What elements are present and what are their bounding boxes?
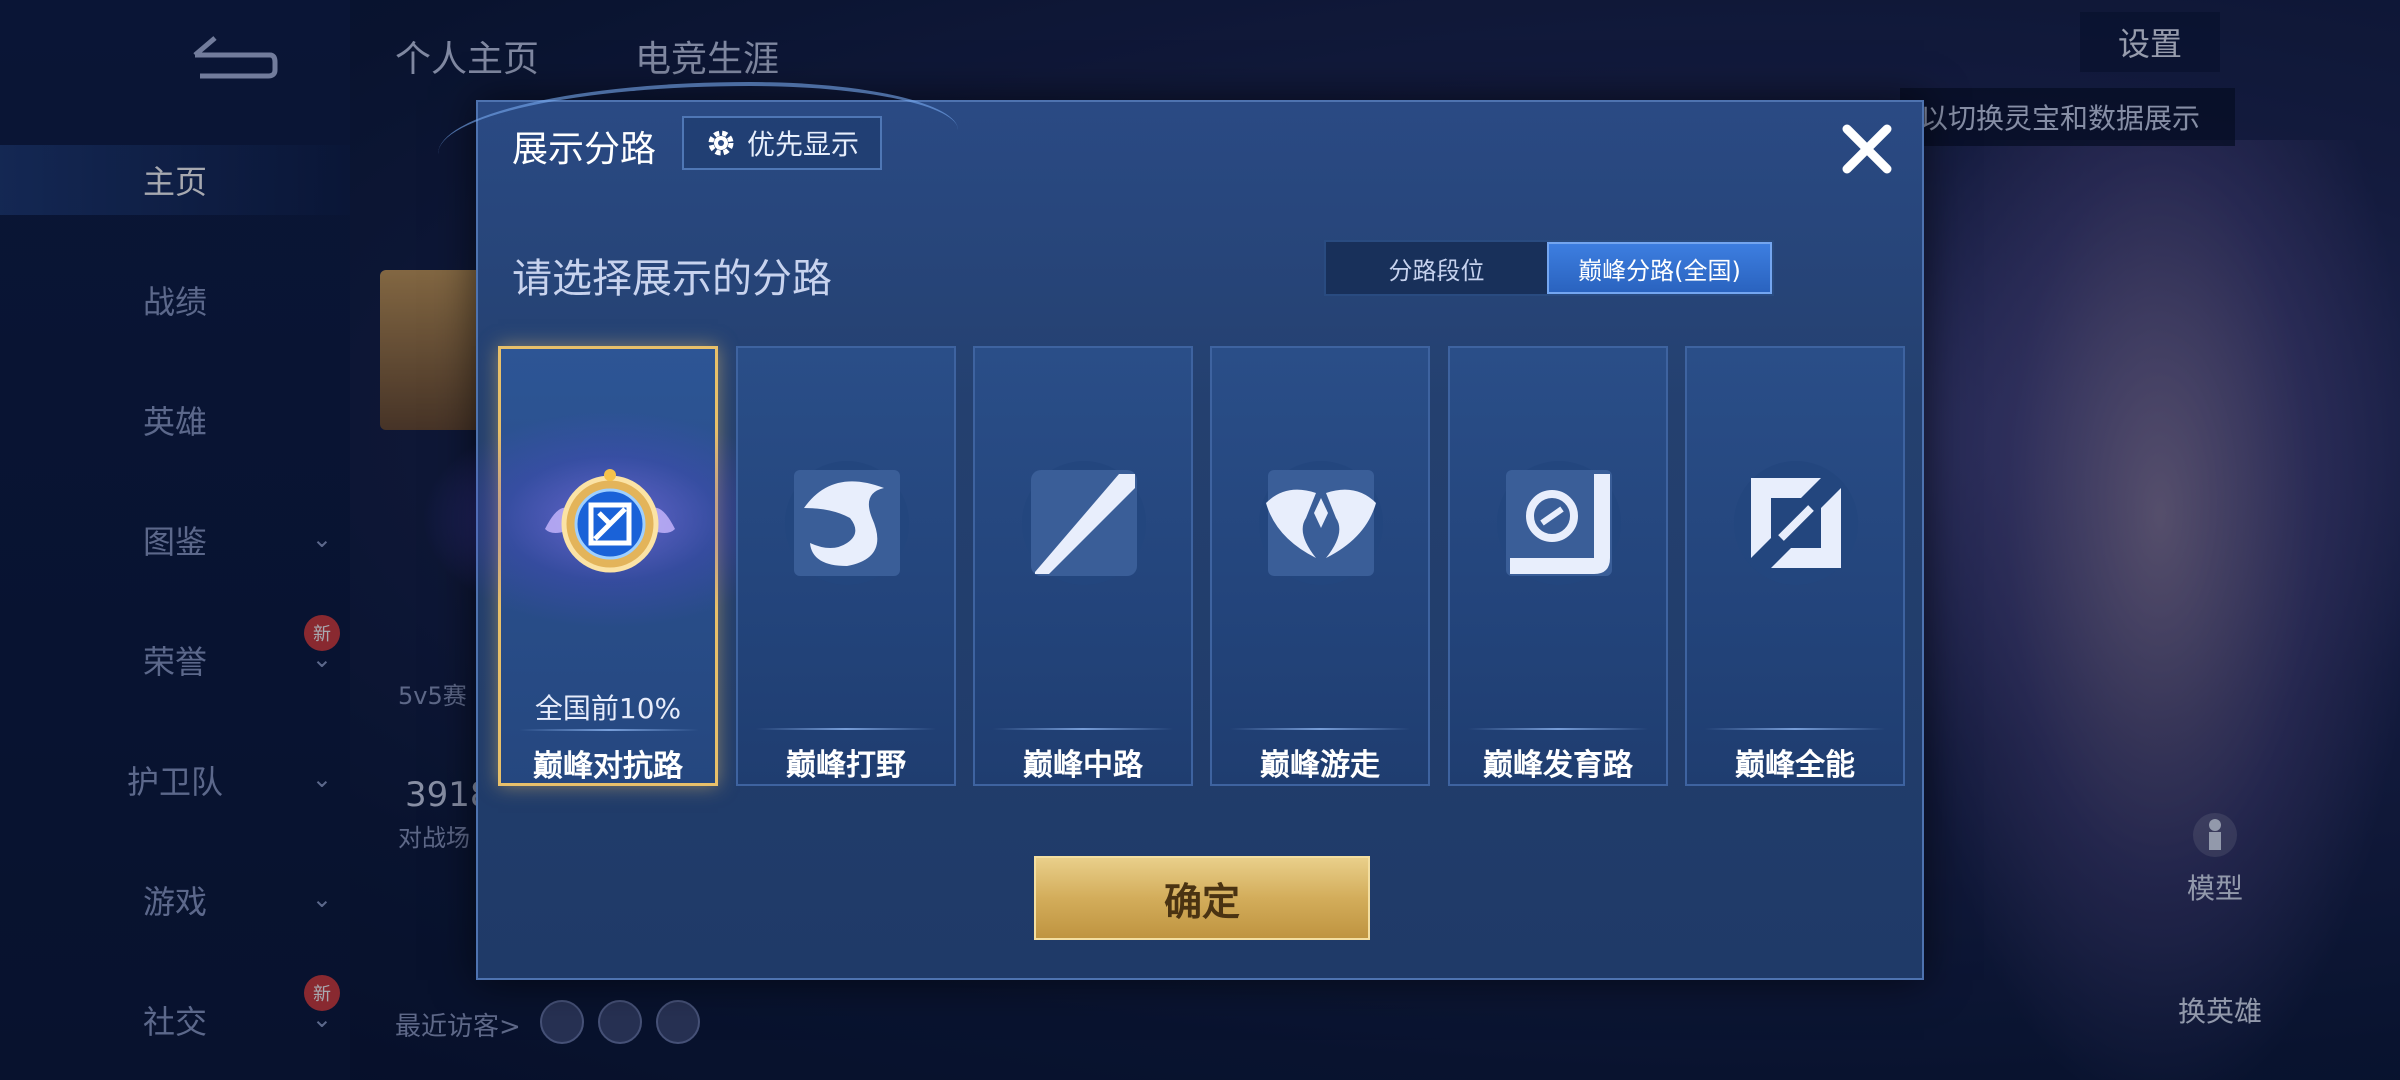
national-rank: 全国前10%	[534, 692, 682, 725]
lane-mode-toggle: 分路段位 巅峰分路(全国)	[1324, 240, 1774, 296]
lane-card-fighter[interactable]: 全国前10% 巅峰对抗路	[421, 346, 801, 786]
lane-label: 巅峰发育路	[1483, 748, 1633, 783]
priority-display-label: 优先显示	[746, 128, 859, 161]
lane-label: 巅峰中路	[1023, 748, 1143, 783]
close-button[interactable]	[1832, 114, 1902, 184]
mid-lane-icon	[1022, 461, 1146, 585]
priority-display-button[interactable]: 优先显示	[682, 116, 882, 170]
card-divider	[519, 729, 699, 731]
lane-card-roam[interactable]: 巅峰游走	[1210, 346, 1430, 786]
lane-card-all-round[interactable]: 巅峰全能	[1685, 346, 1905, 786]
lane-label: 巅峰打野	[786, 748, 906, 783]
select-lane-prompt: 请选择展示的分路	[512, 256, 832, 302]
lane-card-mid[interactable]: 巅峰中路	[973, 346, 1193, 786]
toggle-peak-lane-national[interactable]: 巅峰分路(全国)	[1547, 242, 1772, 294]
card-divider	[1230, 728, 1410, 730]
wings-roam-icon	[1259, 461, 1383, 585]
card-divider	[1468, 728, 1648, 730]
lane-card-farm[interactable]: 巅峰发育路	[1448, 346, 1668, 786]
lane-label: 巅峰全能	[1735, 748, 1855, 783]
card-divider	[756, 728, 936, 730]
lane-card-list: 全国前10% 巅峰对抗路 巅峰打野 巅峰中路 巅峰游走 巅峰发育路 巅峰全能	[421, 346, 1908, 786]
lane-label: 巅峰对抗路	[533, 749, 683, 784]
close-icon	[1842, 124, 1892, 174]
farm-lane-icon	[1497, 461, 1621, 585]
dragon-jungle-icon	[785, 461, 909, 585]
all-round-icon	[1734, 461, 1858, 585]
lane-display-dialog: 展示分路 优先显示 请选择展示的分路 分路段位 巅峰分路(全国) 全国前10% …	[421, 82, 1924, 980]
gear-icon	[708, 130, 734, 156]
card-divider	[993, 728, 1173, 730]
confirm-button[interactable]: 确定	[1034, 856, 1370, 940]
card-divider	[1705, 728, 1885, 730]
lane-label: 巅峰游走	[1260, 748, 1380, 783]
lane-card-jungle[interactable]: 巅峰打野	[736, 346, 956, 786]
fighter-lane-emblem-icon	[545, 469, 675, 573]
dialog-title: 展示分路	[512, 129, 657, 170]
toggle-lane-rank[interactable]: 分路段位	[1326, 242, 1547, 294]
